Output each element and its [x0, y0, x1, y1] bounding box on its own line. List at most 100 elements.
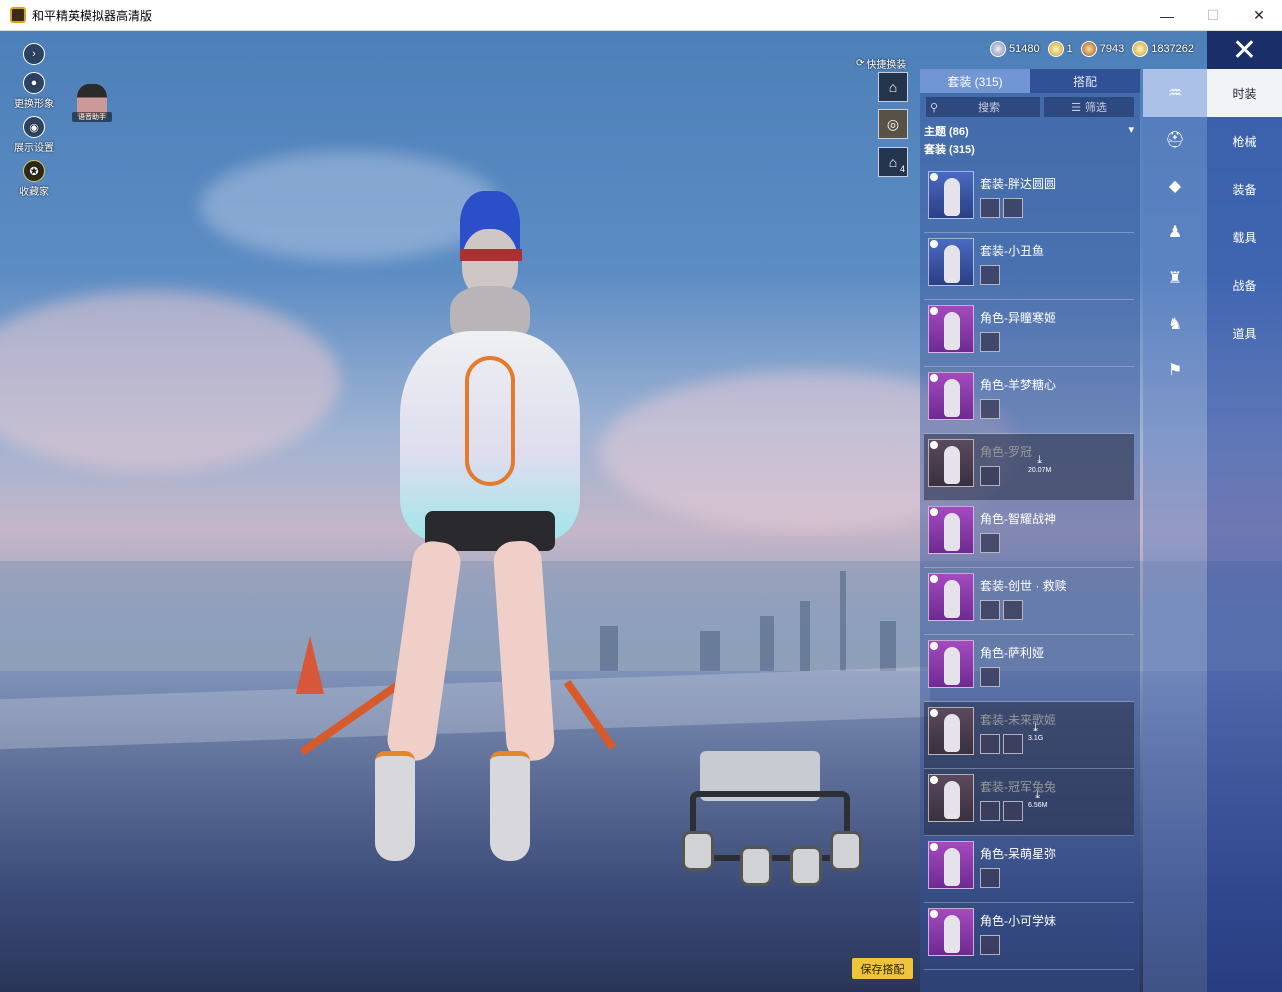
- list-item[interactable]: 角色-异瞳寒姬: [924, 300, 1134, 367]
- left-menu: › ● 更换形象 ◉ 展示设置 ✪ 收藏家: [8, 43, 60, 204]
- list-item[interactable]: 套装-创世 · 救赎: [924, 568, 1134, 635]
- category-equipment[interactable]: 装备: [1207, 165, 1282, 213]
- quick-change-toggle[interactable]: ⟳ 快捷换装: [856, 56, 906, 71]
- part-thumbnail[interactable]: [980, 198, 1000, 218]
- outfit-accent: [465, 356, 515, 486]
- list-item[interactable]: 套装-冠军兔兔 ⤓ 6.56M: [924, 769, 1134, 836]
- part-thumbnail[interactable]: [980, 801, 1000, 821]
- list-item[interactable]: 角色-罗冠 ⤓ 20.07M: [924, 434, 1134, 501]
- full-body-icon[interactable]: ♞: [1143, 301, 1207, 347]
- rarity-badge-icon: [930, 173, 938, 181]
- currency-silver[interactable]: 51480: [990, 41, 1040, 57]
- theme-dropdown[interactable]: 主题 (86) ▾: [920, 121, 1140, 139]
- part-thumbnail[interactable]: [1003, 198, 1023, 218]
- outfit-icon[interactable]: ♒: [1143, 69, 1207, 117]
- pants-icon[interactable]: ♜: [1143, 255, 1207, 301]
- character-leg: [492, 539, 556, 763]
- item-parts: [980, 533, 1056, 553]
- item-info: 角色-萨利娅: [980, 644, 1044, 687]
- part-thumbnail[interactable]: [1003, 734, 1023, 754]
- category-guns[interactable]: 枪械: [1207, 117, 1282, 165]
- ribbon: [563, 679, 617, 751]
- tab-suits[interactable]: 套装 (315): [920, 69, 1030, 93]
- collector-button[interactable]: ✪ 收藏家: [8, 160, 60, 198]
- category-battle-prep[interactable]: 战备: [1207, 261, 1282, 309]
- currency-badge[interactable]: 1: [1047, 41, 1073, 57]
- voice-assistant-button[interactable]: 语音助手: [72, 84, 112, 124]
- part-thumbnail[interactable]: [980, 734, 1000, 754]
- part-thumbnail[interactable]: [980, 868, 1000, 888]
- list-item[interactable]: 套装-未来歌姬 ⤓ 3.1G: [924, 702, 1134, 769]
- item-name: 角色-羊梦糖心: [980, 378, 1056, 392]
- category-menu: 时装 枪械 装备 载具 战备 道具: [1207, 69, 1282, 992]
- item-info: 套装-未来歌姬: [980, 711, 1056, 754]
- part-thumbnail[interactable]: [980, 667, 1000, 687]
- figure-icon: [944, 245, 960, 283]
- list-item[interactable]: 套装-胖达圆圆: [924, 166, 1134, 233]
- close-wardrobe-button[interactable]: ✕: [1207, 31, 1282, 69]
- hanger-icon: ⌂: [888, 79, 898, 95]
- collector-label: 收藏家: [19, 187, 49, 198]
- expand-menu-button[interactable]: ›: [8, 43, 60, 66]
- filter-button[interactable]: ☰ 筛选: [1044, 97, 1134, 117]
- part-thumbnail[interactable]: [980, 265, 1000, 285]
- minimize-button[interactable]: —: [1144, 0, 1190, 31]
- currency-bronze[interactable]: 7943: [1080, 41, 1125, 57]
- tab-combos[interactable]: 搭配: [1030, 69, 1140, 93]
- quick-outfit-slot-locked[interactable]: ◎: [878, 109, 908, 139]
- mask-icon[interactable]: ◆: [1143, 163, 1207, 209]
- category-fashion[interactable]: 时装: [1207, 69, 1282, 117]
- display-settings-button[interactable]: ◉ 展示设置: [8, 116, 60, 154]
- maximize-button[interactable]: ☐: [1190, 0, 1236, 31]
- download-size: 6.56M: [1028, 802, 1048, 809]
- currency-value: 7943: [1099, 43, 1125, 55]
- chevron-right-icon: ›: [23, 43, 45, 65]
- item-info: 角色-智耀战神: [980, 510, 1056, 553]
- part-thumbnail[interactable]: [980, 466, 1000, 486]
- category-items[interactable]: 道具: [1207, 309, 1282, 357]
- part-thumbnail[interactable]: [980, 332, 1000, 352]
- download-indicator[interactable]: ⤓ 3.1G: [1028, 722, 1043, 742]
- currency-gold[interactable]: 1837262: [1132, 41, 1194, 57]
- currency-value: 1837262: [1151, 43, 1195, 55]
- search-input[interactable]: ⚲ 搜索: [926, 97, 1040, 117]
- item-name: 套装-胖达圆圆: [980, 177, 1056, 191]
- figure-icon: [944, 312, 960, 350]
- item-info: 套装-小丑鱼: [980, 242, 1044, 285]
- top-icon[interactable]: ♟: [1143, 209, 1207, 255]
- outfit-tabs: 套装 (315) 搭配: [920, 69, 1140, 93]
- list-item[interactable]: 套装-小丑鱼: [924, 233, 1134, 300]
- download-indicator[interactable]: ⤓ 6.56M: [1028, 789, 1047, 809]
- part-thumbnail[interactable]: [980, 935, 1000, 955]
- filter-label: 筛选: [1084, 102, 1107, 114]
- figure-icon: [944, 580, 960, 618]
- quick-outfit-slot-1[interactable]: ⌂: [878, 72, 908, 102]
- part-thumbnail[interactable]: [1003, 801, 1023, 821]
- download-icon: ⤓: [1035, 789, 1041, 801]
- part-thumbnail[interactable]: [980, 600, 1000, 620]
- part-thumbnail[interactable]: [980, 399, 1000, 419]
- download-indicator[interactable]: ⤓ 20.07M: [1028, 454, 1051, 474]
- item-name: 角色-智耀战神: [980, 512, 1056, 526]
- item-parts: [980, 667, 1044, 687]
- category-vehicles[interactable]: 载具: [1207, 213, 1282, 261]
- list-item[interactable]: 角色-呆萌星弥: [924, 836, 1134, 903]
- item-parts: [980, 399, 1056, 419]
- player-character[interactable]: [290, 191, 630, 891]
- list-item[interactable]: 角色-智耀战神: [924, 501, 1134, 568]
- list-item[interactable]: 角色-萨利娅: [924, 635, 1134, 702]
- robot-wheel: [790, 846, 822, 886]
- list-item[interactable]: 角色-小可学妹: [924, 903, 1134, 970]
- hat-icon[interactable]: ⛑: [1143, 117, 1207, 163]
- item-name: 角色-罗冠: [980, 445, 1032, 459]
- item-parts: [980, 734, 1056, 754]
- shoes-icon[interactable]: ⚑: [1143, 347, 1207, 393]
- close-window-button[interactable]: ✕: [1236, 0, 1282, 31]
- part-thumbnail[interactable]: [1003, 600, 1023, 620]
- quick-outfit-slot-list[interactable]: ⌂ 4: [878, 147, 908, 177]
- list-item[interactable]: 角色-羊梦糖心: [924, 367, 1134, 434]
- figure-icon: [944, 513, 960, 551]
- change-appearance-button[interactable]: ● 更换形象: [8, 72, 60, 110]
- save-combo-button[interactable]: 保存搭配: [852, 958, 913, 979]
- part-thumbnail[interactable]: [980, 533, 1000, 553]
